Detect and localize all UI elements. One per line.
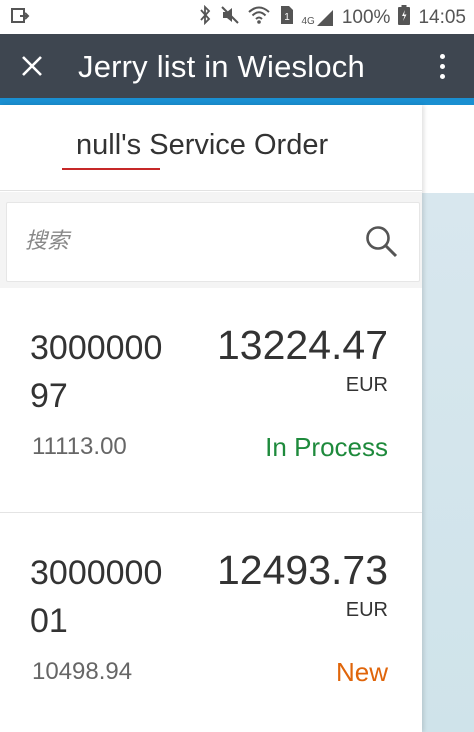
status-badge: In Process [265, 432, 388, 462]
search-icon[interactable] [363, 223, 399, 259]
search-box [6, 202, 420, 282]
wifi-icon [247, 5, 270, 31]
app-title: Jerry list in Wiesloch [78, 49, 365, 84]
screen-cast-icon [10, 6, 30, 31]
close-icon [20, 52, 44, 85]
page-title: null's Service Order [76, 129, 329, 161]
detail-pane [422, 105, 474, 732]
clock: 14:05 [418, 7, 466, 28]
close-button[interactable] [16, 48, 48, 84]
order-number: 300000097 [30, 329, 163, 415]
title-underline [62, 168, 160, 170]
order-amount: 12493.73 [216, 547, 388, 593]
order-secondary-value: 11113.00 [32, 433, 127, 460]
mute-icon [220, 5, 240, 31]
accent-strip [0, 98, 474, 105]
order-secondary-value: 10498.94 [32, 658, 133, 685]
network-type-label: 4G [301, 16, 315, 27]
status-badge: New [335, 657, 388, 687]
search-input[interactable] [25, 221, 355, 261]
search-bar [0, 192, 422, 288]
overflow-menu-button[interactable] [432, 48, 452, 84]
app-bar: Jerry list in Wiesloch [0, 34, 474, 98]
sim-icon: 1 [278, 5, 294, 31]
more-vert-icon [439, 53, 445, 59]
status-bar: 1 4G 100% 14:05 [0, 0, 474, 34]
order-number: 300000001 [30, 554, 163, 640]
order-currency: EUR [345, 599, 388, 621]
svg-text:1: 1 [284, 12, 290, 23]
bluetooth-icon [198, 4, 212, 31]
order-list: 300000097 13224.47 EUR 11113.00 In Proce… [0, 288, 422, 732]
signal-icon: 4G [302, 9, 334, 27]
battery-icon [398, 5, 411, 31]
master-list-panel: null's Service Order 300000097 13224.47 … [0, 105, 422, 732]
order-currency: EUR [345, 374, 388, 396]
master-header: null's Service Order [0, 105, 422, 191]
order-amount: 13224.47 [216, 322, 388, 368]
list-item[interactable]: 300000001 12493.73 EUR 10498.94 New [0, 513, 422, 732]
list-item[interactable]: 300000097 13224.47 EUR 11113.00 In Proce… [0, 288, 422, 513]
battery-level: 100% [341, 7, 391, 28]
